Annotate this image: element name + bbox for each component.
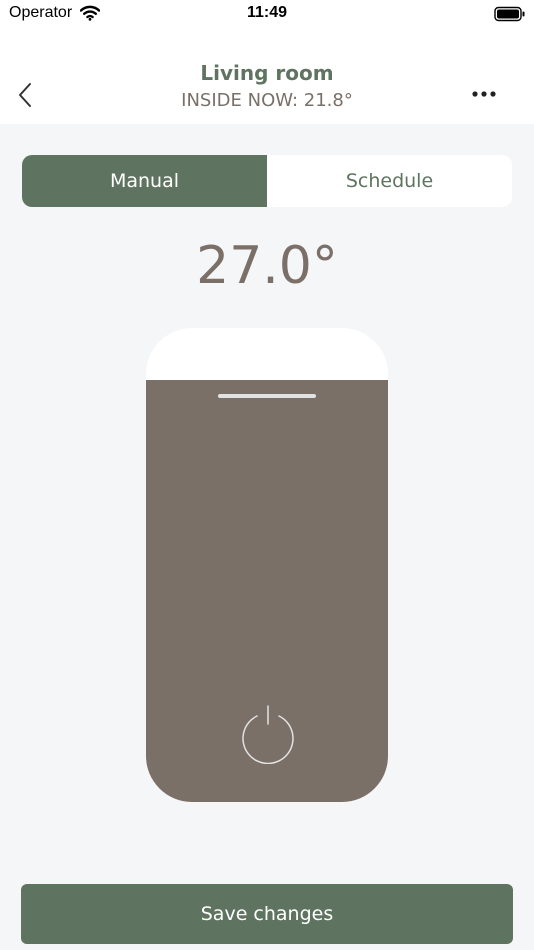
ellipsis-icon — [472, 91, 496, 97]
clock: 11:49 — [246, 4, 288, 21]
slider-handle[interactable] — [218, 394, 316, 398]
power-icon — [242, 705, 294, 765]
slider-fill — [146, 380, 388, 802]
mode-segmented-control: Manual Schedule — [22, 155, 512, 207]
more-button[interactable] — [470, 86, 498, 102]
battery-icon — [494, 6, 526, 26]
temperature-slider[interactable] — [146, 328, 388, 802]
status-bar: Operator 11:49 — [0, 0, 534, 28]
header: Operator 11:49 Living room INSIDE NOW: 2… — [0, 0, 534, 124]
tab-schedule[interactable]: Schedule — [267, 155, 512, 207]
tab-manual[interactable]: Manual — [22, 155, 267, 207]
inside-temperature-label: INSIDE NOW: 21.8° — [181, 90, 353, 111]
target-temperature: 27.0° — [196, 236, 338, 296]
save-changes-button[interactable]: Save changes — [21, 884, 513, 944]
power-button[interactable] — [240, 704, 296, 765]
page-title: Living room — [200, 61, 334, 85]
